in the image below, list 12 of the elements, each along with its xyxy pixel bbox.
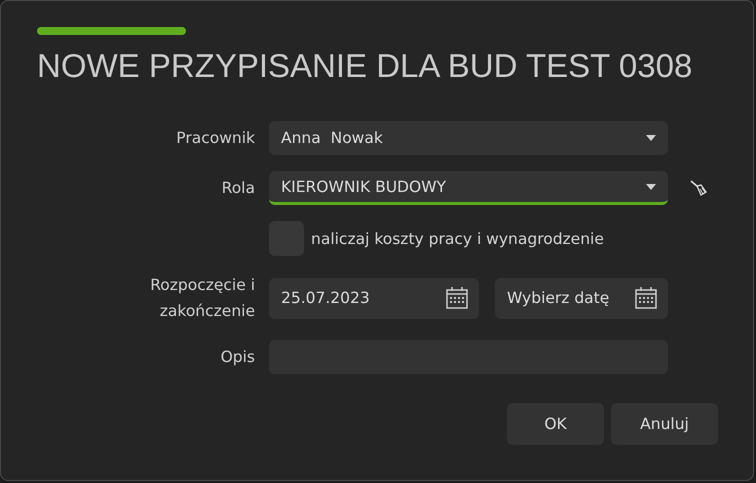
field-label: Rozpoczęcie i zakończenie: [149, 275, 255, 322]
cancel-button[interactable]: Anuluj: [611, 403, 718, 445]
field-label: Rola: [222, 179, 255, 197]
checkbox-label: naliczaj koszty pracy i wynagrodzenie: [311, 230, 604, 248]
employee-dropdown[interactable]: Anna Nowak: [269, 121, 668, 155]
dialog-title: NOWE PRZYPISANIE DLA BUD TEST 0308: [37, 47, 694, 85]
field-label: Opis: [220, 348, 255, 366]
field-label: Pracownik: [176, 129, 255, 147]
end-date-field[interactable]: Wybierz datę: [495, 278, 668, 318]
role-dropdown[interactable]: KIEROWNIK BUDOWY: [269, 171, 668, 205]
ok-button[interactable]: OK: [507, 403, 604, 445]
start-date-field[interactable]: 25.07.2023: [269, 278, 479, 318]
